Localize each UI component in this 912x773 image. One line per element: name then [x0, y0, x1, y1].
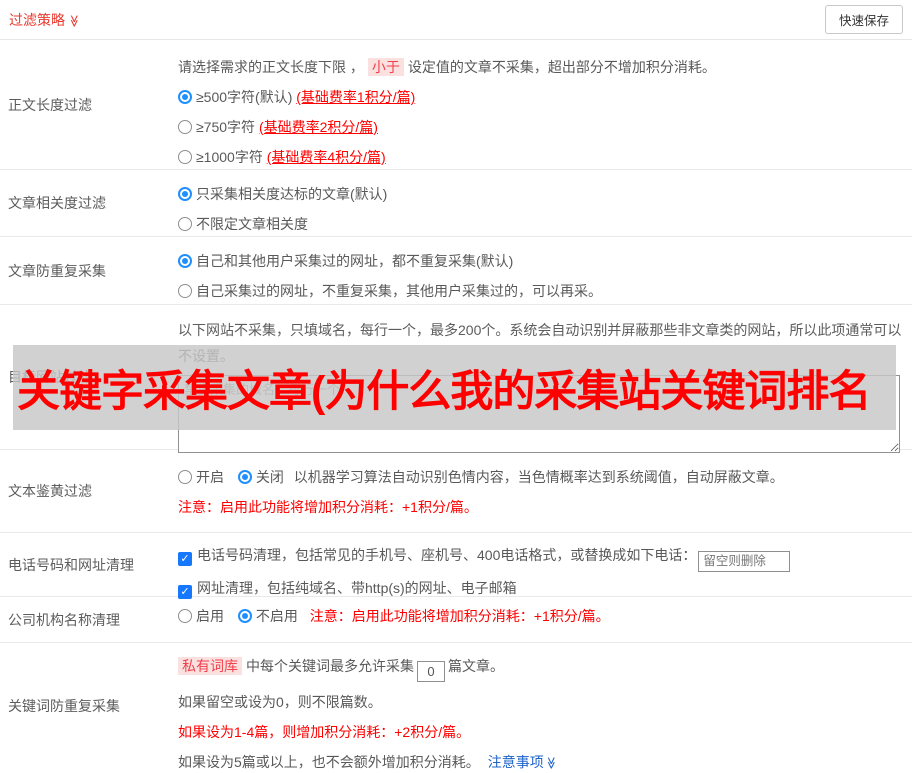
radio-relevance-strict[interactable] [178, 187, 192, 201]
porn-filter-options: 开启 关闭 以机器学习算法自动识别色情内容，当色情概率达到系统阈值，自动屏蔽文章… [178, 467, 904, 487]
checkbox-label: 电话号码清理，包括常见的手机号、座机号、400电话格式，或替换成如下电话： [197, 547, 697, 563]
intro-highlight: 小于 [367, 58, 404, 76]
body-length-option-1000: ≥1000字符 (基础费率4积分/篇) [178, 147, 904, 167]
row-label-relevance: 文章相关度过滤 [8, 195, 106, 211]
radio-relevance-any[interactable] [178, 217, 192, 231]
checkbox-label: 网址清理，包括纯域名、带http(s)的网址、电子邮箱 [197, 579, 517, 596]
row-label-target-site: 目标网站过滤 [8, 369, 92, 385]
company-clean-note: 注意：启用此功能将增加积分消耗：+1积分/篇。 [309, 608, 610, 624]
option-label: ≥1000字符 [196, 149, 263, 165]
blocked-domains-textarea[interactable] [178, 375, 900, 453]
option-label: 自己和其他用户采集过的网址，都不重复采集(默认) [196, 253, 514, 269]
body-length-option-500: ≥500字符(默认) (基础费率1积分/篇) [178, 87, 904, 107]
row-content-target-site: 以下网站不采集，只填域名，每行一个，最多200个。系统会自动识别并屏蔽那些非文章… [170, 305, 912, 453]
fee-note: (基础费率2积分/篇) [258, 119, 378, 135]
body-length-option-750: ≥750字符 (基础费率2积分/篇) [178, 117, 904, 137]
row-keyword-dedup: 关键词防重复采集 私有词库中每个关键词最多允许采集 篇文章。 如果留空或设为0，则… [0, 643, 912, 770]
topbar: 过滤策略 ≫ 快速保存 [0, 0, 912, 40]
chevron-down-icon: ≫ [67, 14, 82, 27]
radio-porn-on[interactable] [178, 470, 192, 484]
row-porn-filter: 文本鉴黄过滤 开启 关闭 以机器学习算法自动识别色情内容，当色情概率达到系统阈值… [0, 450, 912, 533]
intro-pre-text: 请选择需求的正文长度下限 ， [178, 59, 364, 75]
option-label: 不启用 [255, 608, 298, 624]
replacement-phone-input[interactable] [698, 550, 791, 572]
radio-500-chars[interactable] [178, 90, 192, 104]
keyword-note-five-plus: 如果设为5篇或以上，也不会额外增加积分消耗。 注意事项≫ [178, 752, 904, 773]
target-site-description: 以下网站不采集，只填域名，每行一个，最多200个。系统会自动识别并屏蔽那些非文章… [178, 322, 902, 364]
keyword-limit-line: 私有词库中每个关键词最多允许采集 篇文章。 [178, 656, 904, 682]
private-thesaurus-highlight: 私有词库 [178, 657, 242, 675]
max-articles-input[interactable] [417, 661, 445, 682]
company-clean-options: 启用 不启用 注意：启用此功能将增加积分消耗：+1积分/篇。 [178, 606, 904, 626]
url-clean-line: 网址清理，包括纯域名、带http(s)的网址、电子邮箱 [178, 578, 904, 599]
intro-post-text: 设定值的文章不采集，超出部分不增加积分消耗。 [407, 59, 716, 75]
radio-porn-off[interactable] [237, 470, 252, 484]
row-content-porn-filter: 开启 关闭 以机器学习算法自动识别色情内容，当色情概率达到系统阈值，自动屏蔽文章… [170, 450, 912, 532]
row-label-porn-filter: 文本鉴黄过滤 [8, 483, 92, 499]
relevance-option-1: 只采集相关度达标的文章(默认) [178, 184, 904, 204]
row-dedup-filter: 文章防重复采集 自己和其他用户采集过的网址，都不重复采集(默认) 自己采集过的网… [0, 237, 912, 305]
row-relevance-filter: 文章相关度过滤 只采集相关度达标的文章(默认) 不限定文章相关度 [0, 170, 912, 237]
radio-1000-chars[interactable] [178, 150, 192, 164]
row-phone-url-clean: 电话号码和网址清理 电话号码清理，包括常见的手机号、座机号、400电话格式，或替… [0, 533, 912, 599]
option-label: 只采集相关度达标的文章(默认) [196, 186, 388, 202]
option-label: 关闭 [255, 469, 284, 485]
radio-dedup-own[interactable] [178, 284, 192, 298]
radio-750-chars[interactable] [178, 120, 192, 134]
row-content-keyword-dedup: 私有词库中每个关键词最多允许采集 篇文章。 如果留空或设为0，则不限篇数。 如果设… [170, 643, 912, 770]
relevance-option-2: 不限定文章相关度 [178, 214, 904, 234]
option-label: ≥500字符(默认) [196, 89, 293, 105]
filter-settings-page: { "header": { "title": "过滤策略", "chevron"… [0, 0, 912, 770]
page-title-text: 过滤策略 [9, 11, 65, 28]
quick-save-button[interactable]: 快速保存 [824, 5, 903, 34]
radio-company-on[interactable] [178, 609, 192, 623]
radio-dedup-global[interactable] [178, 254, 192, 268]
row-content-phone-url: 电话号码清理，包括常见的手机号、座机号、400电话格式，或替换成如下电话： 网址… [170, 533, 912, 599]
fee-note: (基础费率1积分/篇) [296, 89, 416, 105]
row-body-length-filter: 正文长度过滤 请选择需求的正文长度下限 ，小于 设定值的文章不采集，超出部分不增加… [0, 40, 912, 170]
row-company-clean: 公司机构名称清理 启用 不启用 注意：启用此功能将增加积分消耗：+1积分/篇。 [0, 597, 912, 643]
option-label: 启用 [196, 608, 224, 624]
keyword-note-fee: 如果设为1-4篇，则增加积分消耗：+2积分/篇。 [178, 724, 471, 740]
porn-filter-note: 注意：启用此功能将增加积分消耗：+1积分/篇。 [178, 499, 478, 515]
row-label-dedup: 文章防重复采集 [8, 262, 106, 279]
checkbox-phone-clean[interactable] [178, 552, 192, 566]
dedup-option-1: 自己和其他用户采集过的网址，都不重复采集(默认) [178, 251, 904, 271]
option-label: ≥750字符 [196, 119, 256, 135]
row-label-company-clean: 公司机构名称清理 [8, 611, 120, 628]
dedup-option-2: 自己采集过的网址，不重复采集，其他用户采集过的，可以再采。 [178, 281, 904, 301]
row-content-dedup: 自己和其他用户采集过的网址，都不重复采集(默认) 自己采集过的网址，不重复采集，… [170, 237, 912, 304]
body-length-intro: 请选择需求的正文长度下限 ，小于 设定值的文章不采集，超出部分不增加积分消耗。 [178, 57, 904, 77]
page-title[interactable]: 过滤策略 ≫ [9, 10, 81, 30]
keyword-note-unlimited: 如果留空或设为0，则不限篇数。 [178, 694, 382, 710]
fee-note: (基础费率4积分/篇) [266, 149, 386, 165]
limit-text: 中每个关键词最多允许采集 [246, 658, 414, 674]
radio-company-off[interactable] [237, 609, 252, 623]
option-label: 不限定文章相关度 [196, 216, 308, 232]
option-label: 开启 [196, 469, 224, 485]
row-content-body-length: 请选择需求的正文长度下限 ，小于 设定值的文章不采集，超出部分不增加积分消耗。 ≥… [170, 40, 912, 169]
row-content-relevance: 只采集相关度达标的文章(默认) 不限定文章相关度 [170, 170, 912, 236]
row-content-company-clean: 启用 不启用 注意：启用此功能将增加积分消耗：+1积分/篇。 [170, 597, 912, 642]
porn-filter-description: 以机器学习算法自动识别色情内容，当色情概率达到系统阈值，自动屏蔽文章。 [293, 469, 784, 485]
row-label-phone-url: 电话号码和网址清理 [8, 556, 134, 573]
phone-clean-line: 电话号码清理，包括常见的手机号、座机号、400电话格式，或替换成如下电话： [178, 545, 904, 572]
option-label: 自己采集过的网址，不重复采集，其他用户采集过的，可以再采。 [196, 283, 602, 299]
chevron-down-icon: ≫ [544, 756, 559, 770]
row-label-keyword-dedup: 关键词防重复采集 [8, 697, 120, 714]
row-target-site-filter: 目标网站过滤 以下网站不采集，只填域名，每行一个，最多200个。系统会自动识别并… [0, 305, 912, 453]
row-label-body-length: 正文长度过滤 [8, 96, 92, 113]
limit-text-post: 篇文章。 [448, 658, 504, 674]
